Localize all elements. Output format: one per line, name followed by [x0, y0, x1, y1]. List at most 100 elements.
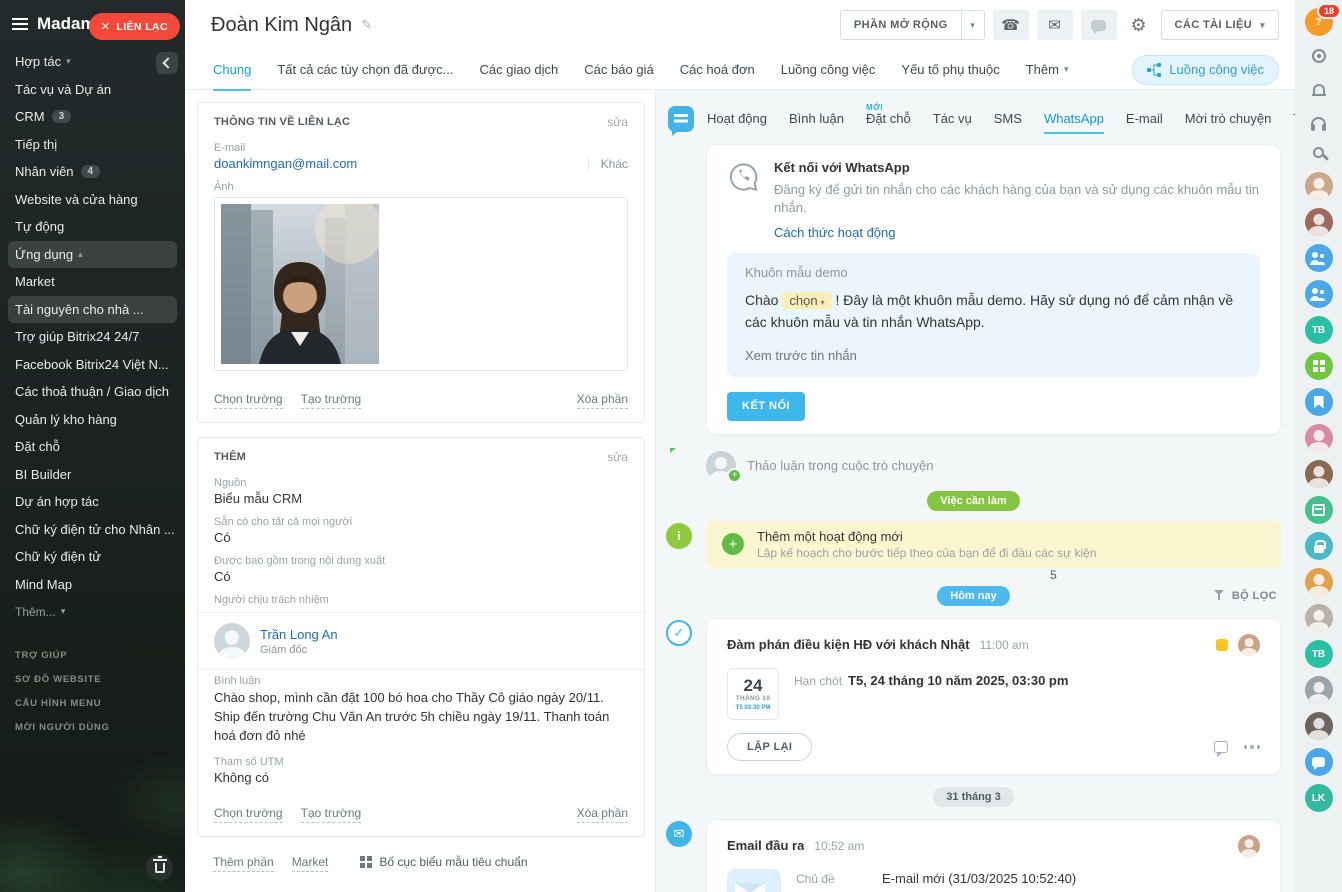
sidebar-footer-item[interactable]: SƠ ĐỒ WEBSITE [0, 668, 185, 692]
record-tab[interactable]: Tất cả các tùy chọn đã được... [277, 50, 453, 90]
record-tab[interactable]: Luồng công việc [781, 50, 876, 90]
sidebar-item[interactable]: CRM 3 [8, 103, 177, 131]
recycle-bin-button[interactable] [146, 854, 173, 881]
chat-icon[interactable] [1305, 748, 1333, 776]
token-dropdown[interactable]: chọn▾ [782, 292, 831, 309]
email-card-title[interactable]: Email đầu ra [727, 838, 804, 853]
record-tab[interactable]: Thêm [1026, 50, 1069, 90]
sidebar-item[interactable]: Ứng dụng [8, 241, 177, 269]
sidebar-item[interactable]: Chữ ký điện tử [8, 543, 177, 571]
choose-field-link[interactable]: Chọn trường [214, 390, 283, 409]
sidebar-item[interactable]: Market [8, 268, 177, 296]
sidebar-item[interactable]: Chữ ký điện tử cho Nhân ... [8, 516, 177, 544]
delete-section-link[interactable]: Xóa phần [577, 390, 628, 409]
record-tab[interactable]: Chung [213, 50, 251, 90]
sidebar-item[interactable]: Nhân viên 4 [8, 158, 177, 186]
phone-button[interactable]: ☎ [993, 10, 1029, 40]
avatar[interactable] [214, 623, 250, 659]
user-avatar[interactable] [1305, 568, 1333, 596]
timeline-tab[interactable]: E-mail [1126, 111, 1163, 136]
group-chat-icon[interactable] [1305, 244, 1333, 272]
email-subject-link[interactable]: E-mail mới (31/03/2025 10:52:40) [882, 871, 1076, 886]
create-field-link[interactable]: Tạo trường [301, 390, 362, 409]
contact-photo[interactable] [221, 204, 379, 364]
collapse-sidebar-button[interactable] [156, 52, 178, 74]
timeline-tab[interactable]: Tác vụ [933, 111, 972, 136]
today-badge[interactable]: Hôm nay [937, 586, 1009, 606]
user-avatar[interactable] [1305, 604, 1333, 632]
timeline-tab[interactable]: Bình luận [789, 111, 844, 136]
discussion-placeholder[interactable]: Thảo luận trong cuộc trò chuyện [747, 458, 933, 473]
sidebar-item[interactable]: Website và cửa hàng [8, 186, 177, 214]
sidebar-item[interactable]: Thêm... [8, 598, 177, 626]
add-participant-icon[interactable]: + [727, 468, 742, 483]
activity-title[interactable]: Đàm phán điều kiện HĐ với khách Nhật [727, 637, 970, 652]
sidebar-item[interactable]: Facebook Bitrix24 Việt N... [8, 351, 177, 379]
date-separator[interactable]: 31 tháng 3 [933, 787, 1013, 807]
sidebar-footer-item[interactable]: CẤU HÌNH MENU [0, 692, 185, 716]
sidebar-footer-item[interactable]: TRỢ GIÚP [0, 644, 185, 668]
choose-field-link[interactable]: Chọn trường [214, 804, 283, 823]
form-layout-link[interactable]: Bố cục biểu mẫu tiêu chuẩn [360, 855, 527, 869]
avatar[interactable]: + [706, 451, 736, 481]
user-avatar[interactable] [1305, 208, 1333, 236]
add-activity-banner[interactable]: + Thêm một hoạt động mới Lập kế hoạch ch… [706, 521, 1281, 568]
edit-title-icon[interactable]: ✎ [361, 17, 372, 33]
sidebar-item[interactable]: Trợ giúp Bitrix24 24/7 [8, 323, 177, 351]
avatar[interactable] [1238, 634, 1260, 656]
sidebar-item[interactable]: Tiếp thị [8, 131, 177, 159]
status-color-badge[interactable] [1216, 639, 1228, 651]
sidebar-item[interactable]: Tự động [8, 213, 177, 241]
how-it-works-link[interactable]: Cách thức hoạt động [774, 225, 895, 240]
avatar[interactable] [1238, 835, 1260, 857]
add-section-link[interactable]: Thêm phần [213, 853, 274, 872]
email-link[interactable]: doankimngan@mail.com [214, 156, 357, 171]
connect-button[interactable]: KẾT NỐI [727, 392, 805, 421]
delete-section-link[interactable]: Xóa phần [577, 804, 628, 823]
edit-section-link[interactable]: sửa [607, 450, 628, 464]
record-tab[interactable]: Yếu tố phụ thuộc [901, 50, 999, 90]
timeline-tab[interactable]: Hoạt động [707, 111, 767, 136]
chat-initials[interactable]: TB [1305, 640, 1333, 668]
chat-button[interactable] [1081, 10, 1117, 40]
current-user-initials[interactable]: LK [1305, 784, 1333, 812]
sidebar-footer-item[interactable]: MỜI NGƯỜI DÙNG [0, 716, 185, 740]
timeline-tab[interactable]: Mời trò chuyện [1185, 111, 1272, 136]
notifications-bell-icon[interactable] [1305, 76, 1333, 100]
preview-message-link[interactable]: Xem trước tin nhắn [745, 348, 1242, 363]
record-tab[interactable]: Các hoá đơn [680, 50, 755, 90]
repeat-button[interactable]: LẶP LẠI [727, 733, 812, 761]
create-field-link[interactable]: Tạo trường [301, 804, 362, 823]
apps-icon[interactable] [1305, 352, 1333, 380]
timeline-tab[interactable]: SMS [994, 111, 1022, 136]
help-button[interactable]: ?18 [1305, 8, 1333, 36]
record-tab[interactable]: Các giao dịch [480, 50, 559, 90]
settings-button[interactable]: ⚙ [1125, 10, 1153, 40]
search-icon[interactable] [1305, 140, 1333, 164]
extension-dropdown-button[interactable]: ▾ [962, 10, 985, 40]
sidebar-item[interactable]: Tác vụ và Dự án [8, 76, 177, 104]
sidebar-item[interactable]: Các thoả thuận / Giao dịch [8, 378, 177, 406]
user-avatar[interactable] [1305, 172, 1333, 200]
sidebar-item[interactable]: Tài nguyên cho nhà ... [8, 296, 177, 324]
user-avatar[interactable] [1305, 424, 1333, 452]
todo-badge[interactable]: Việc cần làm [927, 491, 1019, 511]
comment-icon[interactable] [1214, 741, 1228, 753]
record-tab[interactable]: Các báo giá [584, 50, 653, 90]
lock-icon[interactable] [1305, 532, 1333, 560]
email-button[interactable]: ✉ [1037, 10, 1073, 40]
sidebar-item[interactable]: Hợp tác [8, 48, 177, 76]
calendar-icon[interactable] [1305, 496, 1333, 524]
user-avatar[interactable] [1305, 460, 1333, 488]
edit-section-link[interactable]: sửa [607, 115, 628, 129]
more-menu-icon[interactable] [1244, 745, 1261, 749]
group-chat-icon[interactable] [1305, 280, 1333, 308]
email-type-selector[interactable]: Khác [588, 157, 628, 171]
chat-initials[interactable]: TB [1305, 316, 1333, 344]
timeline-tab[interactable]: WhatsApp [1044, 111, 1104, 136]
sidebar-item[interactable]: Dự án hợp tác [8, 488, 177, 516]
sidebar-item[interactable]: BI Builder [8, 461, 177, 489]
menu-icon[interactable] [12, 18, 28, 30]
filter-button[interactable]: BỘ LỌC [1214, 590, 1277, 602]
market-link[interactable]: Market [292, 853, 329, 872]
